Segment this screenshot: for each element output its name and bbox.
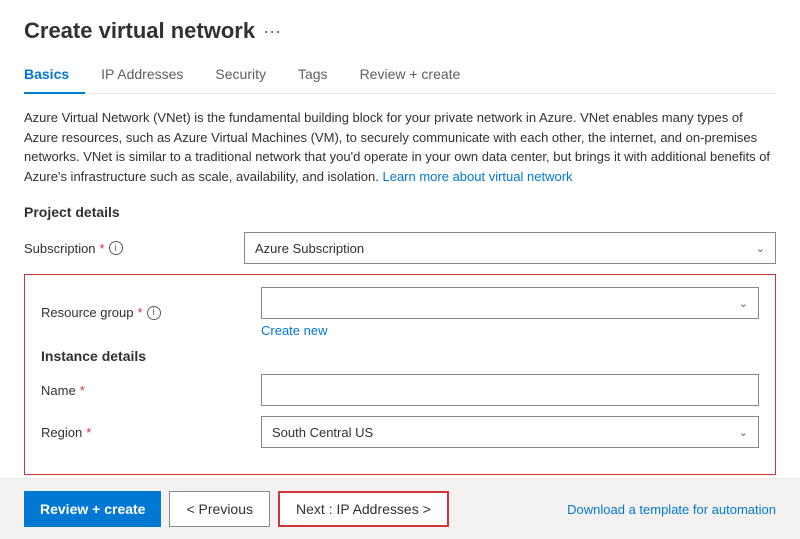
previous-button[interactable]: < Previous (169, 491, 270, 527)
subscription-row: Subscription * i Azure Subscription ⌄ (24, 232, 776, 264)
region-dropdown-value: South Central US (272, 425, 373, 440)
resource-group-required: * (138, 305, 143, 320)
region-dropdown[interactable]: South Central US ⌄ (261, 416, 759, 448)
region-chevron-icon: ⌄ (739, 426, 748, 439)
name-input[interactable] (261, 374, 759, 406)
resource-group-label: Resource group * i (41, 305, 261, 320)
page-title: Create virtual network (24, 18, 255, 44)
resource-group-row: Resource group * i ⌄ Create new (41, 287, 759, 338)
create-new-link[interactable]: Create new (261, 323, 327, 338)
description-text: Azure Virtual Network (VNet) is the fund… (24, 108, 774, 186)
subscription-label: Subscription * i (24, 241, 244, 256)
instance-details-section-title: Instance details (41, 348, 759, 364)
resource-group-chevron-icon: ⌄ (739, 297, 748, 310)
tab-basics[interactable]: Basics (24, 58, 85, 94)
subscription-dropdown-value: Azure Subscription (255, 241, 364, 256)
project-details-section-title: Project details (24, 204, 776, 220)
footer: Review + create < Previous Next : IP Add… (0, 478, 800, 539)
region-label: Region * (41, 425, 261, 440)
name-row: Name * (41, 374, 759, 406)
tab-review-create[interactable]: Review + create (344, 58, 477, 94)
resource-group-dropdown[interactable]: ⌄ (261, 287, 759, 319)
region-row: Region * South Central US ⌄ (41, 416, 759, 448)
instance-details-section: Instance details Name * Region * (41, 348, 759, 448)
subscription-chevron-icon: ⌄ (756, 242, 765, 255)
tab-security[interactable]: Security (199, 58, 282, 94)
next-button[interactable]: Next : IP Addresses > (278, 491, 449, 527)
review-create-button[interactable]: Review + create (24, 491, 161, 527)
name-required: * (80, 383, 85, 398)
region-required: * (86, 425, 91, 440)
tab-ip-addresses[interactable]: IP Addresses (85, 58, 199, 94)
tab-tags[interactable]: Tags (282, 58, 344, 94)
name-label: Name * (41, 383, 261, 398)
ellipsis-icon[interactable]: ··· (263, 21, 281, 42)
resource-group-info-icon[interactable]: i (147, 306, 161, 320)
subscription-dropdown[interactable]: Azure Subscription ⌄ (244, 232, 776, 264)
required-fields-section: Resource group * i ⌄ Create new Instance… (24, 274, 776, 475)
tab-bar: Basics IP Addresses Security Tags Review… (24, 58, 776, 94)
learn-more-link[interactable]: Learn more about virtual network (382, 169, 572, 184)
download-template-link[interactable]: Download a template for automation (567, 502, 776, 517)
main-content: Azure Virtual Network (VNet) is the fund… (0, 94, 800, 478)
subscription-required: * (100, 241, 105, 256)
subscription-info-icon[interactable]: i (109, 241, 123, 255)
